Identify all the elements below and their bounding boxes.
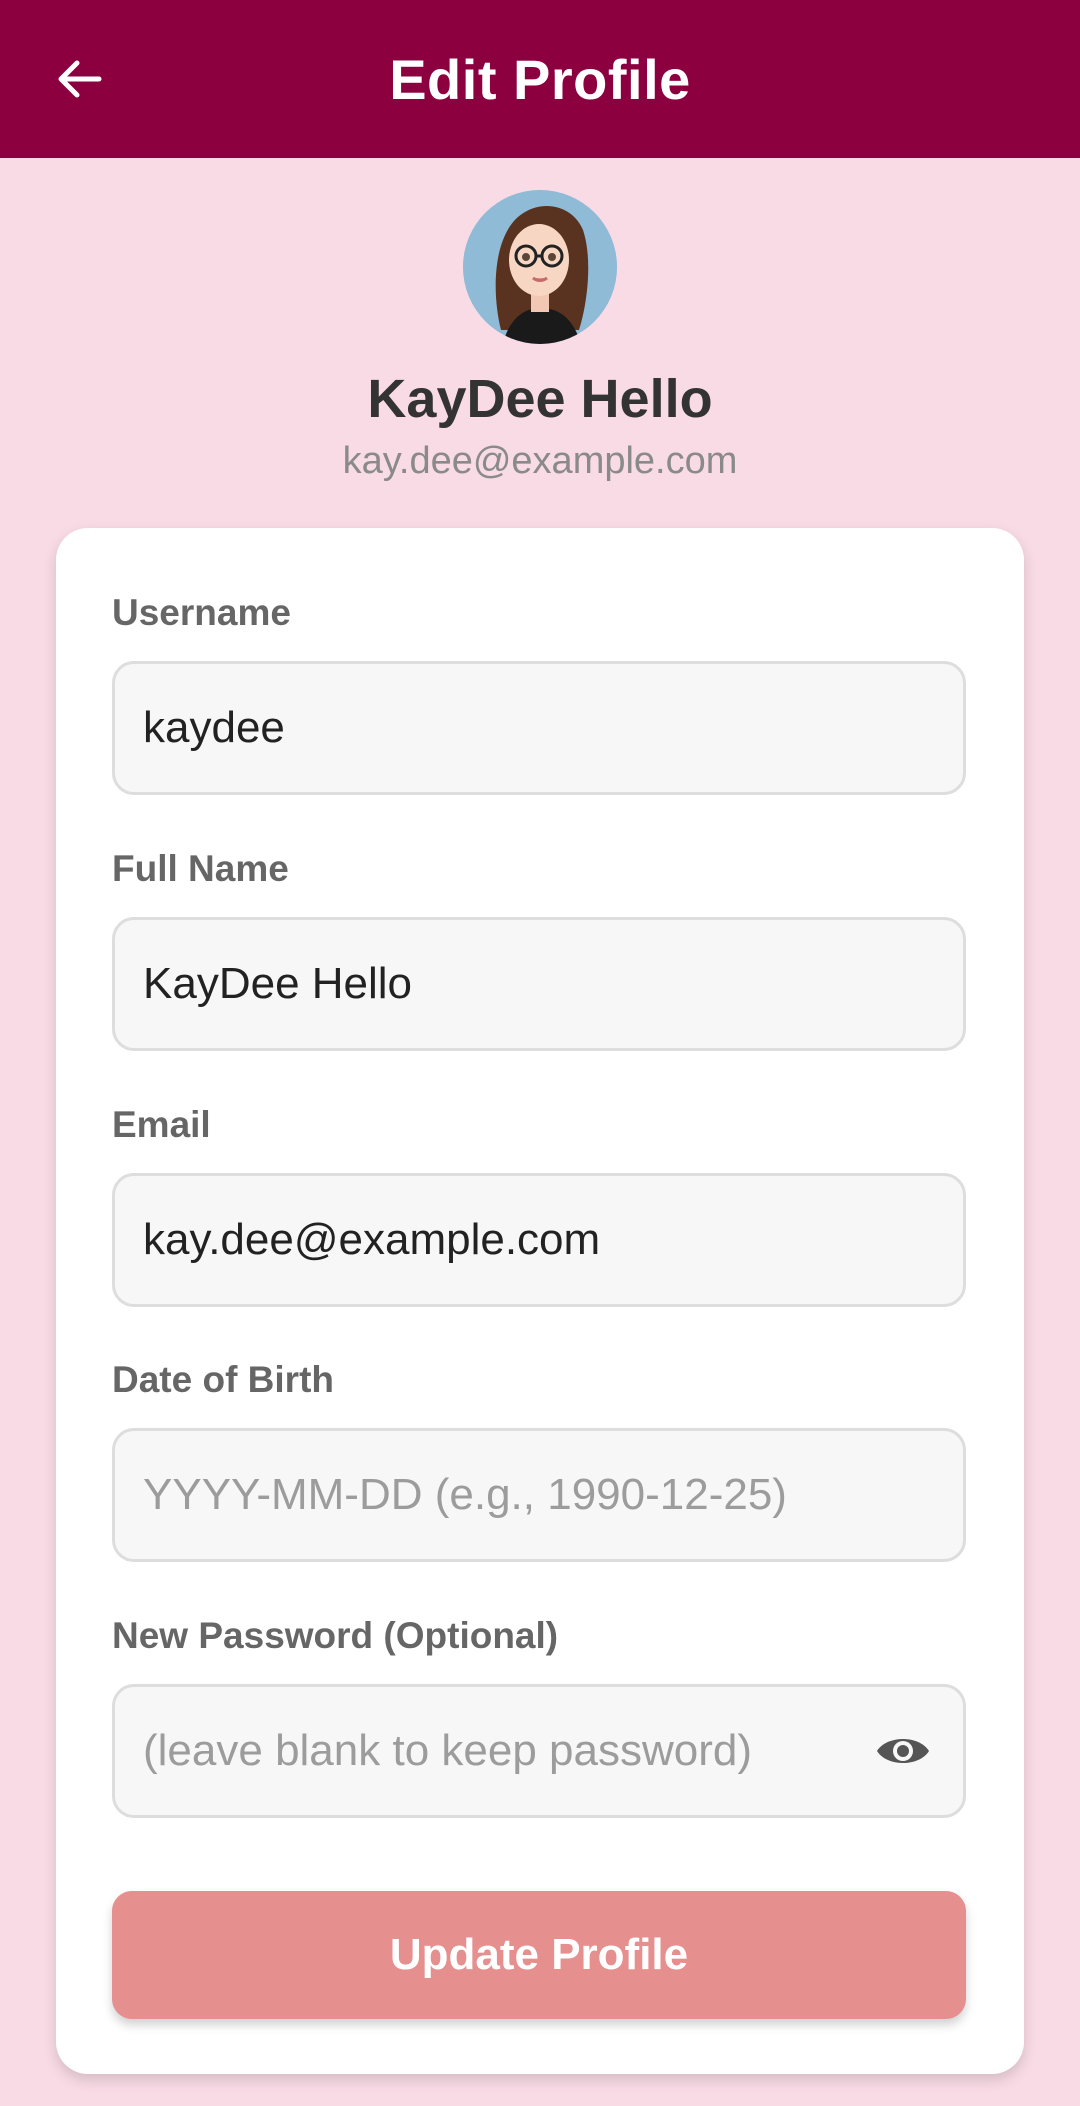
profile-email: kay.dee@example.com [342, 440, 738, 482]
app-bar: Edit Profile [0, 0, 1080, 158]
password-placeholder: (leave blank to keep password) [143, 1726, 752, 1775]
update-profile-button[interactable]: Update Profile [112, 1891, 966, 2019]
username-field[interactable]: kaydee [112, 661, 966, 795]
dob-label: Date of Birth [112, 1359, 334, 1400]
email-field[interactable]: kay.dee@example.com [112, 1173, 966, 1307]
username-label: Username [112, 592, 291, 633]
profile-header: KayDee Hello kay.dee@example.com [0, 158, 1080, 483]
avatar [463, 190, 617, 344]
password-field[interactable]: (leave blank to keep password) [112, 1684, 966, 1818]
full-name-field[interactable]: KayDee Hello [112, 917, 966, 1051]
email-label: Email [112, 1104, 211, 1145]
password-label: New Password (Optional) [112, 1615, 559, 1656]
edit-profile-card: Username kaydee Full Name KayDee Hello E… [56, 528, 1024, 2074]
eye-icon [877, 1739, 929, 1763]
toggle-password-visibility[interactable] [873, 1721, 933, 1781]
page-title: Edit Profile [389, 47, 691, 111]
back-button[interactable] [40, 39, 120, 119]
profile-name: KayDee Hello [367, 369, 713, 429]
arrow-left-icon [58, 60, 102, 98]
full-name-label: Full Name [112, 848, 289, 889]
dob-field[interactable]: YYYY-MM-DD (e.g., 1990-12-25) [112, 1428, 966, 1562]
